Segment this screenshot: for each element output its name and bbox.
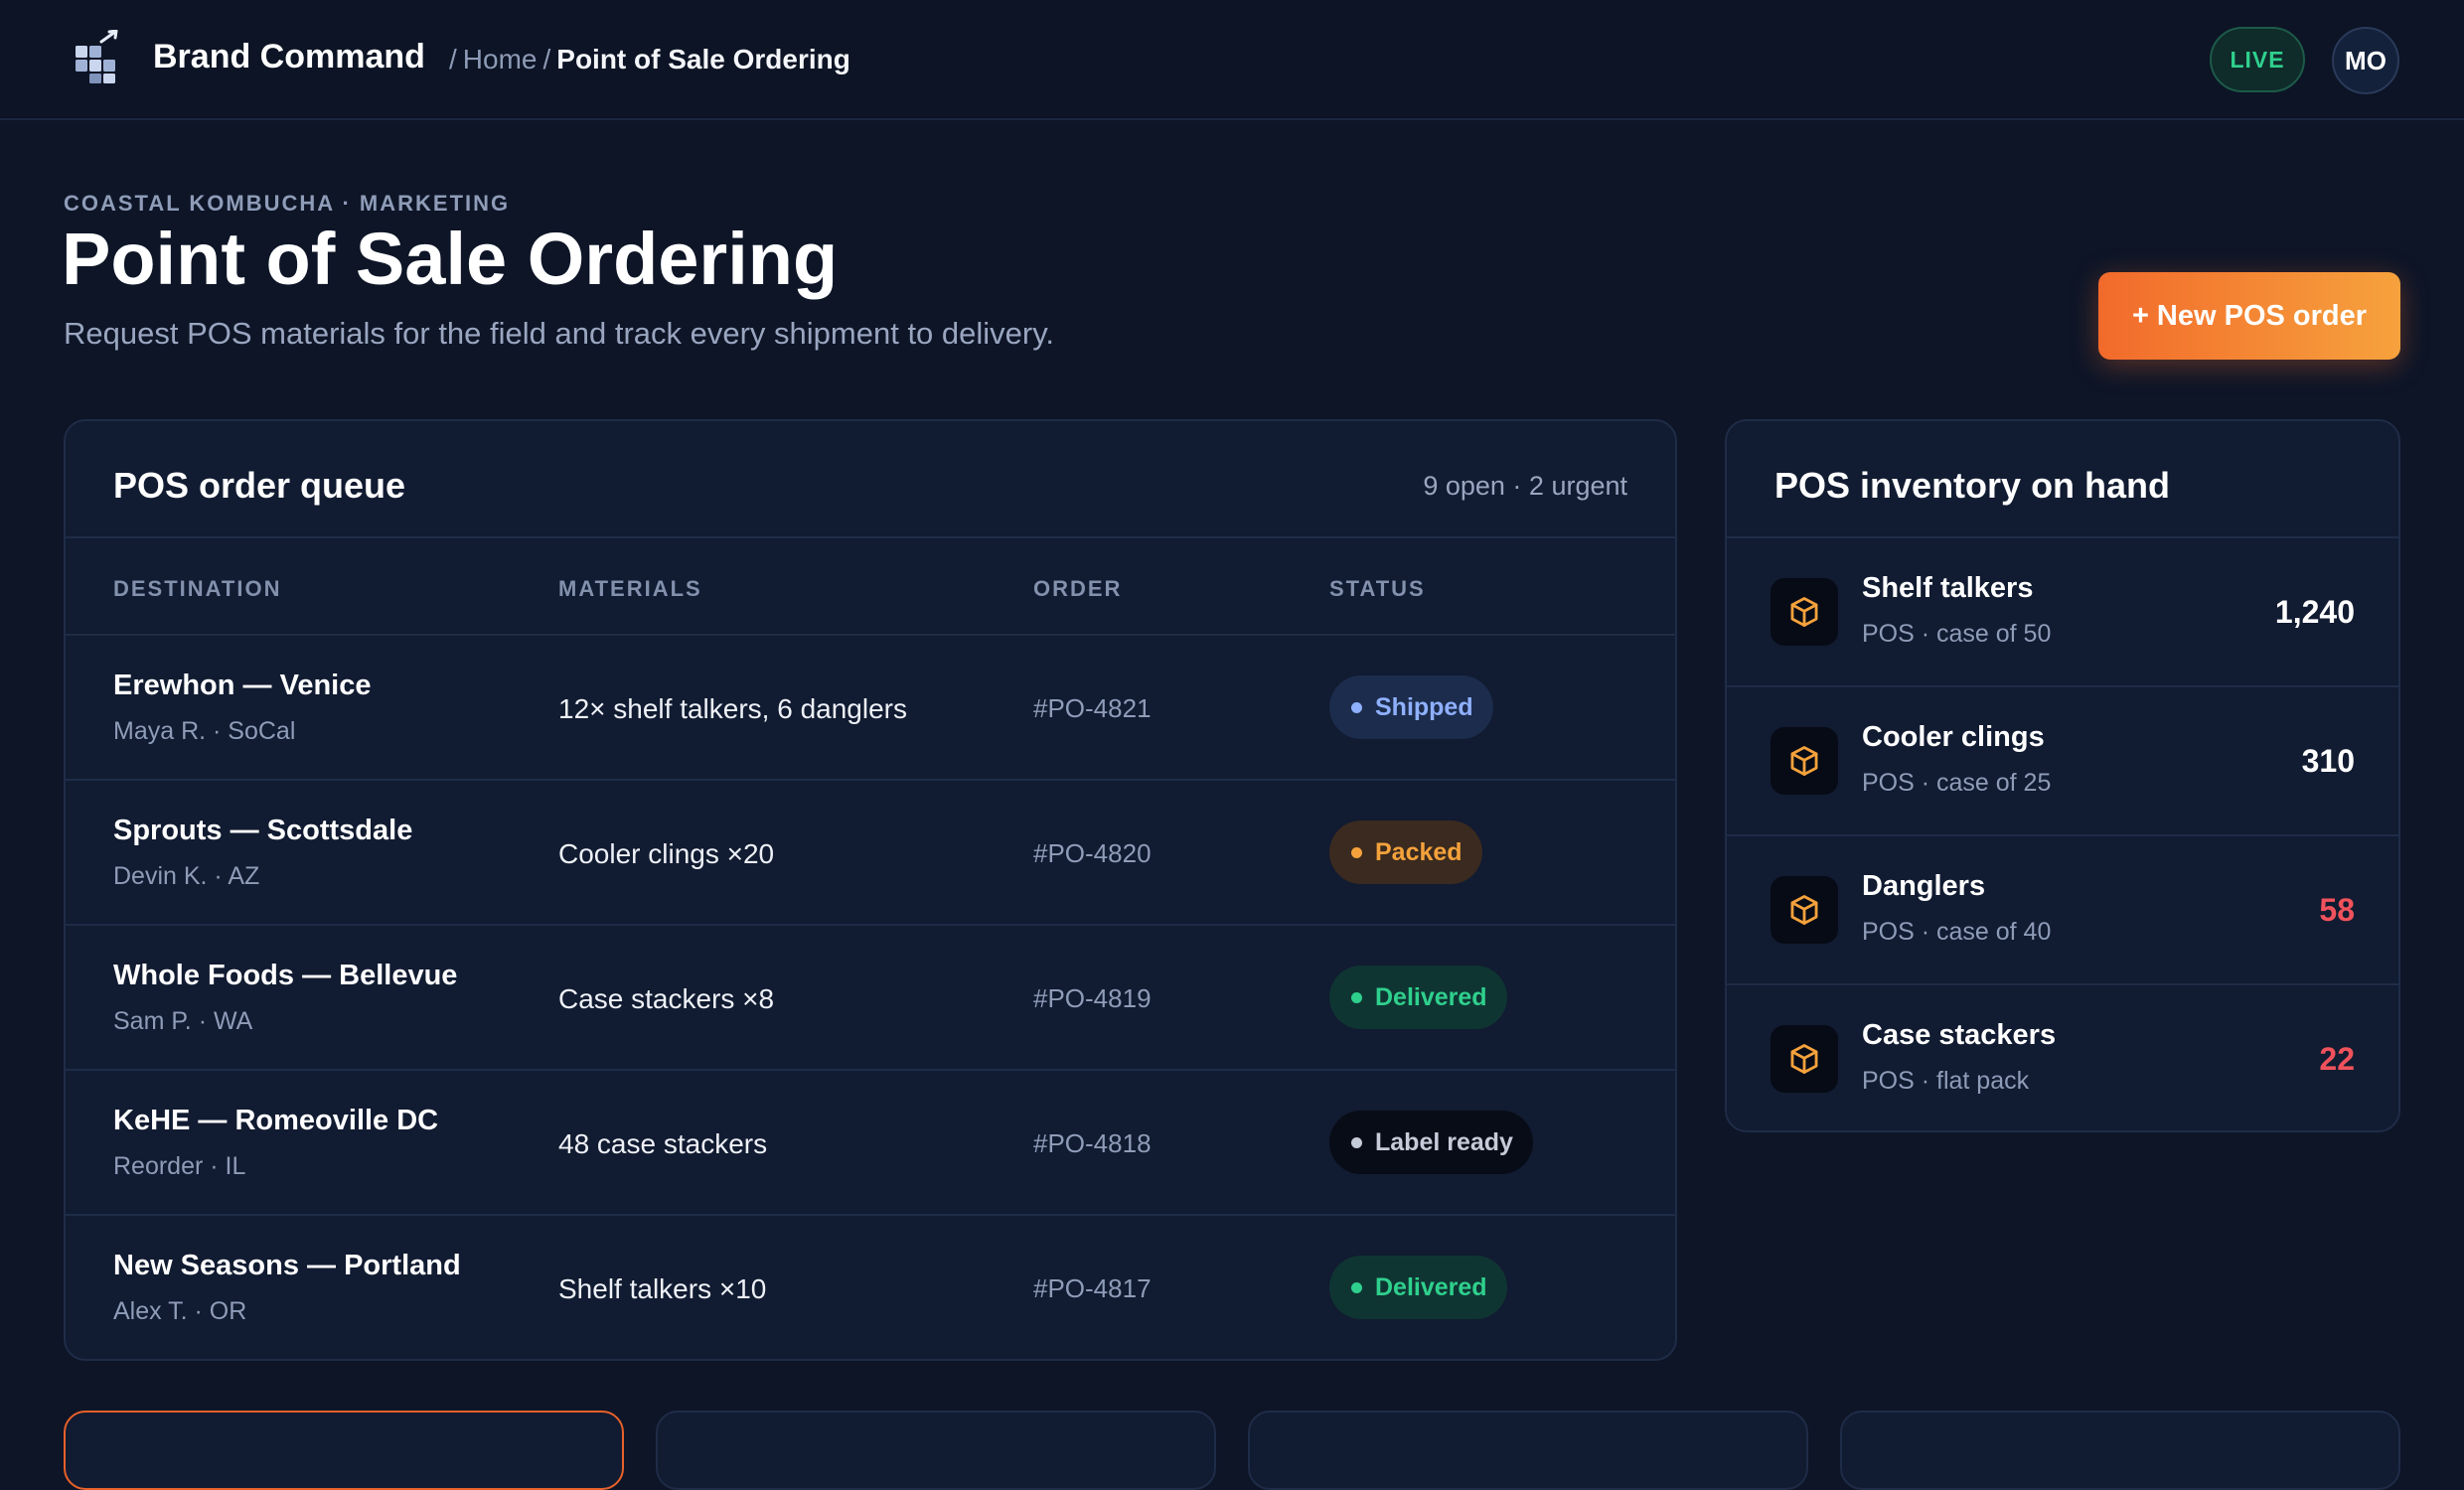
table-row[interactable]: KeHE — Romeoville DC Reorder · IL 48 case … xyxy=(66,1071,1675,1216)
inventory-item-pack: POS · flat pack xyxy=(1862,1067,2030,1095)
table-row[interactable]: New Seasons — Portland Alex T. · OR Shelf … xyxy=(66,1216,1675,1361)
inventory-item[interactable]: Cooler clings POS · case of 25 310 xyxy=(1727,687,2398,836)
status-badge: Delivered xyxy=(1329,1256,1507,1319)
inventory-item[interactable]: Case stackers POS · flat pack 22 xyxy=(1727,985,2398,1134)
column-header-materials[interactable]: MATERIALS xyxy=(558,576,702,602)
breadcrumb-separator: / xyxy=(542,44,551,74)
order-table-body: Erewhon — Venice Maya R. · SoCal 12× shelf… xyxy=(66,636,1675,1361)
inventory-panel-title: POS inventory on hand xyxy=(1774,465,2171,506)
queue-panel-header: POS order queue 9 open · 2 urgent xyxy=(66,421,1675,538)
order-number-link[interactable]: #PO-4819 xyxy=(1033,983,1152,1014)
summary-card[interactable] xyxy=(64,1411,624,1490)
new-pos-order-button[interactable]: + New POS order xyxy=(2098,272,2400,360)
table-row[interactable]: Erewhon — Venice Maya R. · SoCal 12× shelf… xyxy=(66,636,1675,781)
column-header-status[interactable]: STATUS xyxy=(1329,576,1426,602)
inventory-item-count: 22 xyxy=(2319,1041,2355,1077)
destination-name: Erewhon — Venice xyxy=(113,670,372,701)
inventory-item-pack: POS · case of 25 xyxy=(1862,769,2052,797)
destination-contact: Reorder · IL xyxy=(113,1152,246,1180)
order-number-link[interactable]: #PO-4818 xyxy=(1033,1128,1152,1159)
user-avatar[interactable]: MO xyxy=(2332,27,2399,94)
summary-card[interactable] xyxy=(656,1411,1216,1490)
destination-contact: Devin K. · AZ xyxy=(113,862,260,890)
live-status-badge: LIVE xyxy=(2210,27,2305,92)
brand-name[interactable]: Brand Command xyxy=(153,38,425,76)
order-number-link[interactable]: #PO-4817 xyxy=(1033,1273,1152,1304)
box-icon xyxy=(1771,727,1838,795)
queue-summary: 9 open · 2 urgent xyxy=(1423,471,1627,501)
top-bar: Brand Command / Home / Point of Sale Orderi… xyxy=(0,0,2464,120)
inventory-item-count: 1,240 xyxy=(2274,594,2355,630)
inventory-item-pack: POS · case of 40 xyxy=(1862,918,2052,946)
breadcrumb-current: Point of Sale Ordering xyxy=(556,44,850,74)
destination-contact: Sam P. · WA xyxy=(113,1007,253,1035)
inventory-item-name: Case stackers xyxy=(1862,1019,2057,1051)
status-badge: Packed xyxy=(1329,820,1482,884)
box-icon xyxy=(1771,578,1838,646)
inventory-item-count: 310 xyxy=(2301,743,2355,779)
order-materials: Shelf talkers ×10 xyxy=(558,1273,767,1304)
inventory-item-name: Cooler clings xyxy=(1862,721,2045,753)
destination-name: Whole Foods — Bellevue xyxy=(113,960,458,991)
destination-contact: Alex T. · OR xyxy=(113,1297,247,1325)
destination-name: Sprouts — Scottsdale xyxy=(113,815,413,846)
inventory-item[interactable]: Shelf talkers POS · case of 50 1,240 xyxy=(1727,538,2398,687)
column-header-destination[interactable]: DESTINATION xyxy=(113,576,281,602)
destination-name: New Seasons — Portland xyxy=(113,1250,461,1281)
page-title: Point of Sale Ordering xyxy=(62,218,839,300)
inventory-item[interactable]: Danglers POS · case of 40 58 xyxy=(1727,836,2398,985)
destination-contact: Maya R. · SoCal xyxy=(113,717,296,745)
breadcrumb: / Home / Point of Sale Ordering xyxy=(443,44,850,75)
inventory-panel-header: POS inventory on hand xyxy=(1727,421,2398,538)
brand-logo-icon[interactable] xyxy=(72,30,123,85)
table-row[interactable]: Whole Foods — Bellevue Sam P. · WA Case st… xyxy=(66,926,1675,1071)
order-materials: Cooler clings ×20 xyxy=(558,838,775,869)
order-number-link[interactable]: #PO-4821 xyxy=(1033,693,1152,724)
pos-inventory-panel: POS inventory on hand Shelf talkers POS ·… xyxy=(1725,419,2400,1132)
page-eyebrow: COASTAL KOMBUCHA · MARKETING xyxy=(64,191,511,216)
breadcrumb-home-link[interactable]: Home xyxy=(463,44,538,74)
status-badge: Shipped xyxy=(1329,675,1493,739)
pos-order-queue-panel: POS order queue 9 open · 2 urgent DESTIN… xyxy=(64,419,1677,1361)
order-number-link[interactable]: #PO-4820 xyxy=(1033,838,1152,869)
box-icon xyxy=(1771,1025,1838,1093)
page-subtitle: Request POS materials for the field and … xyxy=(64,316,1055,351)
summary-card[interactable] xyxy=(1248,1411,1808,1490)
queue-panel-title: POS order queue xyxy=(113,465,406,506)
column-header-order[interactable]: ORDER xyxy=(1033,576,1122,602)
table-header: DESTINATION MATERIALS ORDER STATUS xyxy=(66,538,1675,636)
destination-name: KeHE — Romeoville DC xyxy=(113,1105,439,1136)
breadcrumb-separator: / xyxy=(449,44,457,74)
summary-card[interactable] xyxy=(1840,1411,2400,1490)
order-materials: 12× shelf talkers, 6 danglers xyxy=(558,693,907,724)
order-materials: 48 case stackers xyxy=(558,1128,768,1159)
inventory-item-name: Danglers xyxy=(1862,870,1986,902)
status-badge: Label ready xyxy=(1329,1111,1533,1174)
status-badge: Delivered xyxy=(1329,966,1507,1029)
order-materials: Case stackers ×8 xyxy=(558,983,775,1014)
inventory-item-pack: POS · case of 50 xyxy=(1862,620,2052,648)
inventory-item-count: 58 xyxy=(2319,892,2355,928)
box-icon xyxy=(1771,876,1838,944)
inventory-list: Shelf talkers POS · case of 50 1,240 Cooler… xyxy=(1727,538,2398,1134)
inventory-item-name: Shelf talkers xyxy=(1862,572,2034,604)
table-row[interactable]: Sprouts — Scottsdale Devin K. · AZ Cooler … xyxy=(66,781,1675,926)
